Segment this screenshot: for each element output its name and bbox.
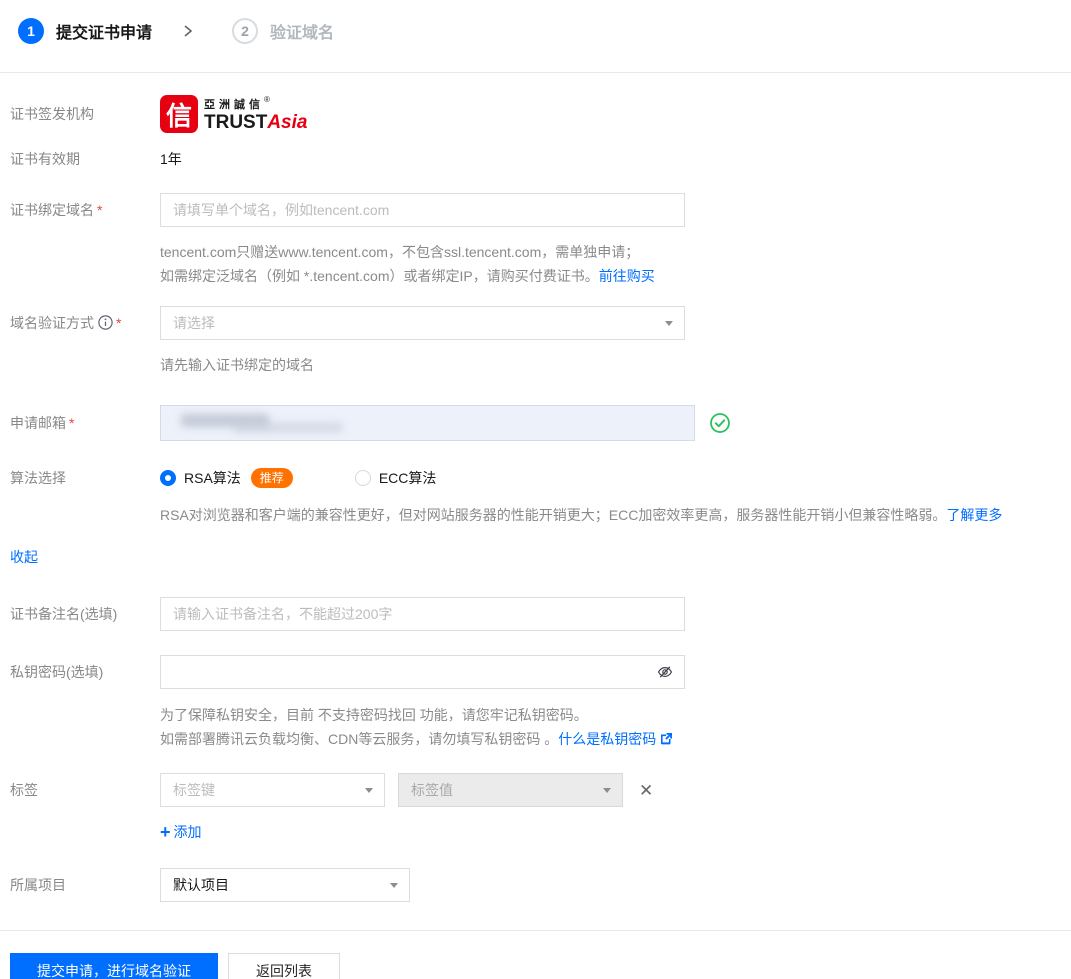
verify-method-label: 域名验证方式 — [10, 315, 94, 331]
tag-key-placeholder: 标签键 — [173, 782, 215, 798]
remark-input[interactable] — [160, 597, 685, 631]
row-key-password: 私钥密码(选填) — [10, 655, 1063, 689]
chevron-down-icon — [603, 788, 611, 793]
key-password-input[interactable] — [160, 655, 685, 689]
row-issuer: 证书签发机构 信 亞洲誠信® TRUSTAsia — [10, 95, 1063, 133]
chevron-down-icon — [390, 883, 398, 888]
key-password-help-line2: 如需部署腾讯云负载均衡、CDN等云服务，请勿填写私钥密码 。 — [160, 731, 559, 747]
project-label: 所属项目 — [10, 877, 66, 893]
key-password-help-line1: 为了保障私钥安全，目前 不支持密码找回 功能，请您牢记私钥密码。 — [160, 707, 588, 723]
chevron-down-icon — [365, 788, 373, 793]
domain-help: tencent.com只赠送www.tencent.com，不包含ssl.ten… — [160, 240, 1063, 288]
algorithm-label: 算法选择 — [10, 470, 66, 486]
email-required-mark: * — [69, 415, 75, 431]
radio-rsa[interactable]: RSA算法 推荐 — [160, 468, 293, 488]
step-submit-application: 1 提交证书申请 — [18, 18, 152, 44]
domain-input[interactable] — [160, 193, 685, 227]
verify-method-select[interactable]: 请选择 — [160, 306, 685, 340]
domain-required-mark: * — [97, 202, 103, 218]
project-value: 默认项目 — [173, 877, 229, 893]
recommended-badge: 推荐 — [250, 468, 293, 488]
remove-tag-icon[interactable]: ✕ — [639, 782, 653, 799]
learn-more-link[interactable]: 了解更多 — [946, 507, 1002, 523]
what-is-key-password-link[interactable]: 什么是私钥密码 — [558, 731, 656, 747]
project-select[interactable]: 默认项目 — [160, 868, 410, 902]
submit-button[interactable]: 提交申请，进行域名验证 — [10, 953, 218, 979]
row-tags: 标签 标签键 标签值 ✕ — [10, 773, 1063, 807]
row-verify-method: 域名验证方式 * 请选择 — [10, 306, 1063, 340]
header-divider — [0, 72, 1071, 73]
domain-help-line1: tencent.com只赠送www.tencent.com，不包含ssl.ten… — [160, 244, 640, 260]
key-password-help: 为了保障私钥安全，目前 不支持密码找回 功能，请您牢记私钥密码。 如需部署腾讯云… — [160, 703, 1063, 751]
step-2-label: 验证域名 — [270, 25, 335, 42]
certificate-form: 证书签发机构 信 亞洲誠信® TRUSTAsia 证书有效期 1年 证书绑定域名… — [10, 95, 1063, 902]
radio-ecc-label: ECC算法 — [378, 470, 437, 486]
step-1-label: 提交证书申请 — [56, 25, 153, 42]
verify-method-placeholder: 请选择 — [173, 315, 215, 331]
key-password-label: 私钥密码(选填) — [10, 664, 104, 680]
domain-help-line2: 如需绑定泛域名（例如 *.tencent.com）或者绑定IP，请购买付费证书。 — [160, 268, 599, 284]
radio-ecc[interactable]: ECC算法 — [354, 468, 437, 488]
row-domain: 证书绑定域名 * — [10, 193, 1063, 227]
remark-label: 证书备注名(选填) — [10, 606, 118, 622]
tag-value-placeholder: 标签值 — [411, 782, 453, 798]
domain-label: 证书绑定域名 — [10, 202, 94, 218]
check-success-icon — [709, 412, 731, 434]
row-project: 所属项目 默认项目 — [10, 868, 1063, 902]
tag-key-select[interactable]: 标签键 — [160, 773, 385, 807]
collapse-link[interactable]: 收起 — [10, 547, 38, 567]
back-to-list-button[interactable]: 返回列表 — [228, 953, 340, 979]
step-2-circle: 2 — [232, 18, 259, 44]
algorithm-help: RSA对浏览器和客户端的兼容性更好，但对网站服务器的性能开销更大；ECC加密效率… — [160, 507, 947, 523]
radio-selected-icon — [160, 470, 176, 486]
external-link-icon — [661, 733, 673, 745]
row-validity: 证书有效期 1年 — [10, 149, 1063, 169]
plus-icon: + — [160, 822, 171, 842]
stepper: 1 提交证书申请 2 验证域名 — [10, 16, 1063, 46]
footer-actions: 提交申请，进行域名验证 返回列表 — [10, 953, 1063, 979]
certificate-apply-page: 1 提交证书申请 2 验证域名 证书签发机构 信 亞洲誠信® TRUSTAsia — [0, 0, 1071, 979]
email-field — [160, 405, 695, 441]
row-remark: 证书备注名(选填) — [10, 597, 1063, 631]
tags-label: 标签 — [10, 782, 38, 798]
eye-off-icon[interactable] — [656, 663, 674, 681]
logo-cn-text: 亞洲誠信 — [204, 99, 264, 111]
trustasia-logo-mark-icon: 信 — [160, 95, 198, 133]
row-algorithm: 算法选择 RSA算法 推荐 ECC算法 — [10, 468, 1063, 488]
add-tag-link[interactable]: + 添加 — [160, 822, 202, 842]
tag-value-select[interactable]: 标签值 — [398, 773, 623, 807]
footer-divider — [0, 930, 1071, 931]
issuer-label: 证书签发机构 — [10, 106, 94, 122]
logo-registered-mark: ® — [264, 95, 270, 104]
logo-trust-text: TRUST — [204, 112, 268, 133]
verify-required-mark: * — [116, 315, 122, 331]
row-email: 申请邮箱 * — [10, 405, 1063, 441]
step-arrow-icon — [182, 24, 194, 38]
validity-value: 1年 — [160, 151, 182, 167]
radio-unselected-icon — [354, 470, 371, 486]
trustasia-logo: 信 亞洲誠信® TRUSTAsia — [160, 95, 307, 133]
verify-method-help: 请先输入证书绑定的域名 — [160, 357, 314, 373]
step-1-circle: 1 — [18, 18, 44, 44]
buy-certificate-link[interactable]: 前往购买 — [599, 268, 655, 284]
radio-rsa-label: RSA算法 — [184, 470, 241, 486]
step-verify-domain: 2 验证域名 — [232, 18, 334, 44]
validity-label: 证书有效期 — [10, 151, 80, 167]
add-tag-label: 添加 — [173, 824, 202, 840]
email-label: 申请邮箱 — [10, 415, 66, 431]
logo-asia-text: Asia — [267, 112, 308, 133]
chevron-down-icon — [665, 321, 673, 326]
info-icon[interactable] — [98, 315, 113, 330]
